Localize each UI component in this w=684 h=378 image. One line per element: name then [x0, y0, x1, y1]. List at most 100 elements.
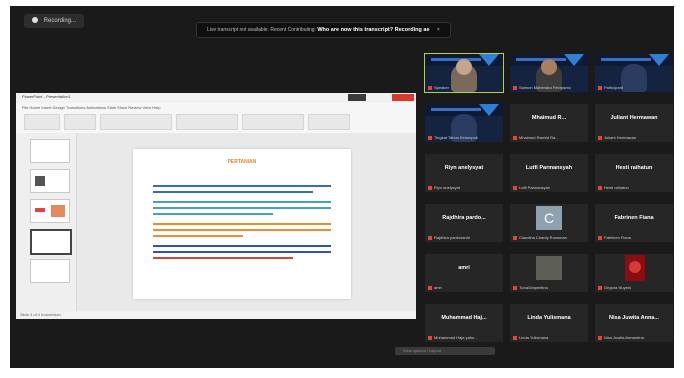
participant-tile[interactable]: Speaker — [424, 53, 504, 93]
mic-muted-icon — [428, 86, 432, 90]
participant-tile[interactable]: Riyn anelysyat Riyn anelysyat — [425, 154, 503, 192]
mic-muted-icon — [598, 336, 602, 340]
participant-name: Hesti raihatun — [615, 165, 653, 171]
participant-name: Mhaimud R... — [531, 115, 567, 121]
mic-muted-icon — [598, 86, 602, 90]
slide-text-line — [153, 245, 331, 247]
participant-name: Muhammad Haj... — [441, 315, 487, 321]
status-bar: Slide 4 of 4 Indonesian — [16, 311, 416, 319]
participant-tile[interactable]: Nisa Juwita Anna... Nisa Juwita Annaretn… — [595, 304, 673, 342]
slide-thumbnail[interactable] — [30, 169, 70, 193]
slide-text-line — [153, 257, 293, 259]
participant-tile[interactable]: Juliant Hermawan Juliant Hermawan — [595, 104, 673, 142]
mic-muted-icon — [428, 236, 432, 240]
participant-footer-name: Ongora Nuyeni — [604, 285, 631, 290]
current-slide[interactable]: PERTANIAN — [133, 149, 351, 299]
slide-text-line — [153, 213, 273, 215]
participant-footer-name: Speaker — [434, 85, 449, 90]
mic-muted-icon — [428, 286, 432, 290]
slide-text-line — [153, 207, 331, 209]
ribbon-group-font[interactable] — [100, 114, 172, 130]
slide-title: PERTANIAN — [227, 159, 257, 165]
person-shape — [621, 64, 647, 92]
slide-thumbnail[interactable] — [30, 139, 70, 163]
mic-muted-icon — [428, 136, 432, 140]
participant-footer-name: amri — [434, 285, 442, 290]
mic-muted-icon — [513, 286, 517, 290]
participant-tile[interactable]: Rajdhira pardo... Rajdhira pardosanhi — [425, 204, 503, 242]
participant-footer-name: Hesti raihatun — [604, 185, 629, 190]
ribbon-group-paragraph[interactable] — [176, 114, 238, 130]
person-head — [541, 59, 557, 75]
participant-tile[interactable]: TunaGrapentina — [510, 254, 588, 292]
participant-footer-name: Participant — [604, 85, 623, 90]
participant-tile[interactable]: C Claudina Chanty Roosman — [510, 204, 588, 242]
participant-name: Juliant Hermawan — [610, 115, 658, 121]
mic-muted-icon — [598, 236, 602, 240]
slide-text-line — [153, 201, 331, 203]
talking-name: Who are now this transcript? Recording a… — [317, 27, 430, 33]
slide-text-line — [153, 235, 243, 237]
participant-name: Fabrinen Fiana — [614, 215, 654, 221]
slide-thumbnail-selected[interactable] — [30, 229, 72, 255]
zoom-window: Recording... Live transcript not availab… — [10, 6, 674, 368]
recording-label: Recording... — [43, 18, 77, 24]
participant-tile[interactable]: Participant — [595, 54, 673, 92]
ribbon-tabs[interactable]: File Home Insert Design Transitions Anim… — [22, 105, 160, 110]
participant-footer-name: Nisa Juwita Annaretna — [604, 335, 644, 340]
participant-footer-name: Claudina Chanty Roosman — [519, 235, 567, 240]
shared-screen[interactable]: PowerPoint - Presentation1 File Home Ins… — [16, 93, 416, 319]
slide-thumbnail[interactable] — [30, 259, 70, 283]
participant-footer-name: Muhammad Haja yaho... — [434, 335, 478, 340]
record-icon — [32, 17, 38, 24]
close-icon[interactable]: × — [437, 27, 440, 33]
ribbon-group-slides[interactable] — [64, 114, 96, 130]
ribbon: File Home Insert Design Transitions Anim… — [16, 103, 416, 134]
participant-tile[interactable]: amri amri — [425, 254, 503, 292]
participant-footer-name: Linda Yulismana — [519, 335, 549, 340]
close-window-button[interactable] — [392, 94, 414, 101]
participant-avatar: C — [536, 206, 562, 230]
participant-tile[interactable]: Mhaimud R... Mhaimud Rashid Ra... — [510, 104, 588, 142]
slide-thumbnail[interactable] — [30, 199, 70, 223]
slide-editor: PERTANIAN — [77, 133, 416, 311]
mic-muted-icon — [598, 186, 602, 190]
powerpoint-titlebar: PowerPoint - Presentation1 — [16, 93, 416, 103]
ribbon-group-editing[interactable] — [308, 114, 350, 130]
participant-image — [536, 256, 562, 280]
present-button[interactable] — [348, 94, 366, 101]
slide-thumbnails — [16, 133, 77, 311]
participant-name: Linda Yulismana — [527, 315, 571, 321]
participant-tile[interactable]: Fabrinen Fiana Fabrinen Fiana — [595, 204, 673, 242]
mic-muted-icon — [513, 186, 517, 190]
participant-footer-name: Lutfi Parmansyah — [519, 185, 551, 190]
participant-footer-name: Riyn anelysyat — [434, 185, 461, 190]
status-text: Slide 4 of 4 Indonesian — [20, 312, 61, 317]
slide-text-line — [153, 223, 331, 225]
participant-image — [625, 255, 645, 281]
participant-name: Riyn anelysyat — [444, 165, 484, 171]
participant-name: amri — [458, 265, 470, 271]
participant-name: Rajdhira pardo... — [442, 215, 486, 221]
mic-muted-icon — [513, 336, 517, 340]
participant-tile[interactable]: Linda Yulismana Linda Yulismana — [510, 304, 588, 342]
ribbon-group-clipboard[interactable] — [24, 114, 60, 130]
participant-tile[interactable]: Muhammad Haj... Muhammad Haja yaho... — [425, 304, 503, 342]
recording-indicator[interactable]: Recording... — [24, 14, 85, 28]
mic-muted-icon — [428, 336, 432, 340]
participant-footer-name: TunaGrapentina — [519, 285, 548, 290]
view-options-label: View options / Layout — [403, 348, 441, 353]
mic-muted-icon — [513, 236, 517, 240]
participant-tile[interactable]: Lutfi Parmansyah Lutfi Parmansyah — [510, 154, 588, 192]
participant-name: Lutfi Parmansyah — [525, 165, 573, 171]
participant-tile[interactable]: Ongora Nuyeni — [595, 254, 673, 292]
participant-tile[interactable]: Hesti raihatun Hesti raihatun — [595, 154, 673, 192]
slide-text-line — [153, 229, 331, 231]
participant-tile[interactable]: Tingkat Tahun Kelompok — [425, 104, 503, 142]
view-options-bar[interactable]: View options / Layout — [395, 347, 495, 355]
participant-tile[interactable]: Salmon Mahendra Febryanto — [510, 54, 588, 92]
participant-footer-name: Salmon Mahendra Febryanto — [519, 85, 571, 90]
ribbon-group-drawing[interactable] — [242, 114, 304, 130]
mic-muted-icon — [513, 136, 517, 140]
participant-footer-name: Fabrinen Fiana — [604, 235, 631, 240]
